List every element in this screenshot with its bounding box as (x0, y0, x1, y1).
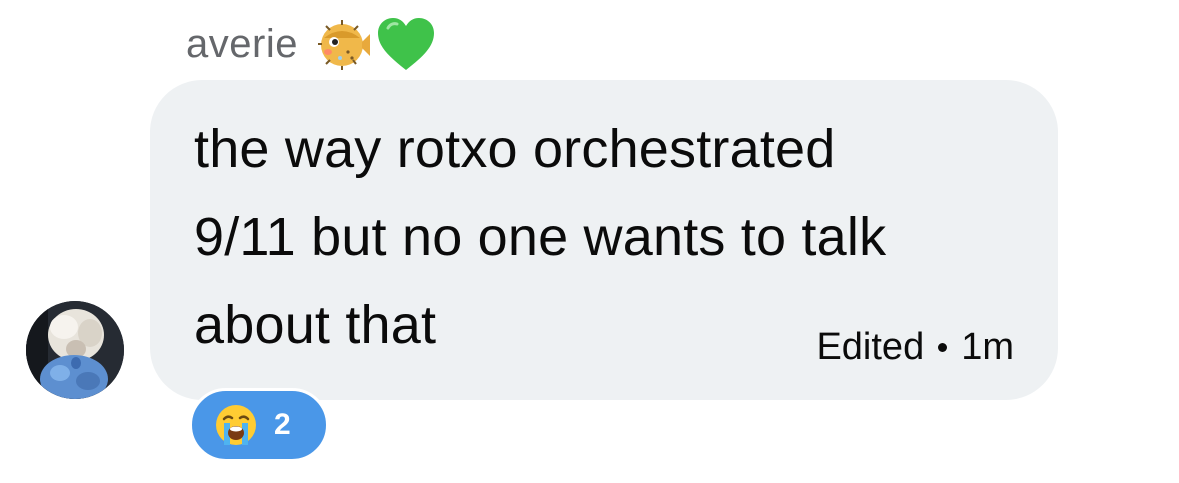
message-meta: Edited 1m (816, 326, 1014, 369)
edited-label: Edited (816, 326, 925, 368)
blowfish-icon (312, 14, 372, 74)
message-sender: averie (186, 12, 436, 76)
message-text-line: the way rotxo orchestrated (194, 119, 836, 179)
loudly-crying-face-icon (214, 403, 258, 447)
reaction-pill[interactable]: 2 (189, 388, 329, 462)
separator-dot (938, 343, 948, 352)
message-time: 1m (961, 326, 1014, 368)
message-text-line: about that (194, 295, 437, 355)
green-heart-icon (376, 16, 436, 72)
message-text-line: 9/11 but no one wants to talk (194, 207, 887, 267)
avatar[interactable] (26, 301, 124, 399)
reaction-count: 2 (274, 408, 291, 441)
sender-name[interactable]: averie (186, 22, 298, 67)
message-bubble[interactable]: the way rotxo orchestrated 9/11 but no o… (150, 80, 1058, 400)
